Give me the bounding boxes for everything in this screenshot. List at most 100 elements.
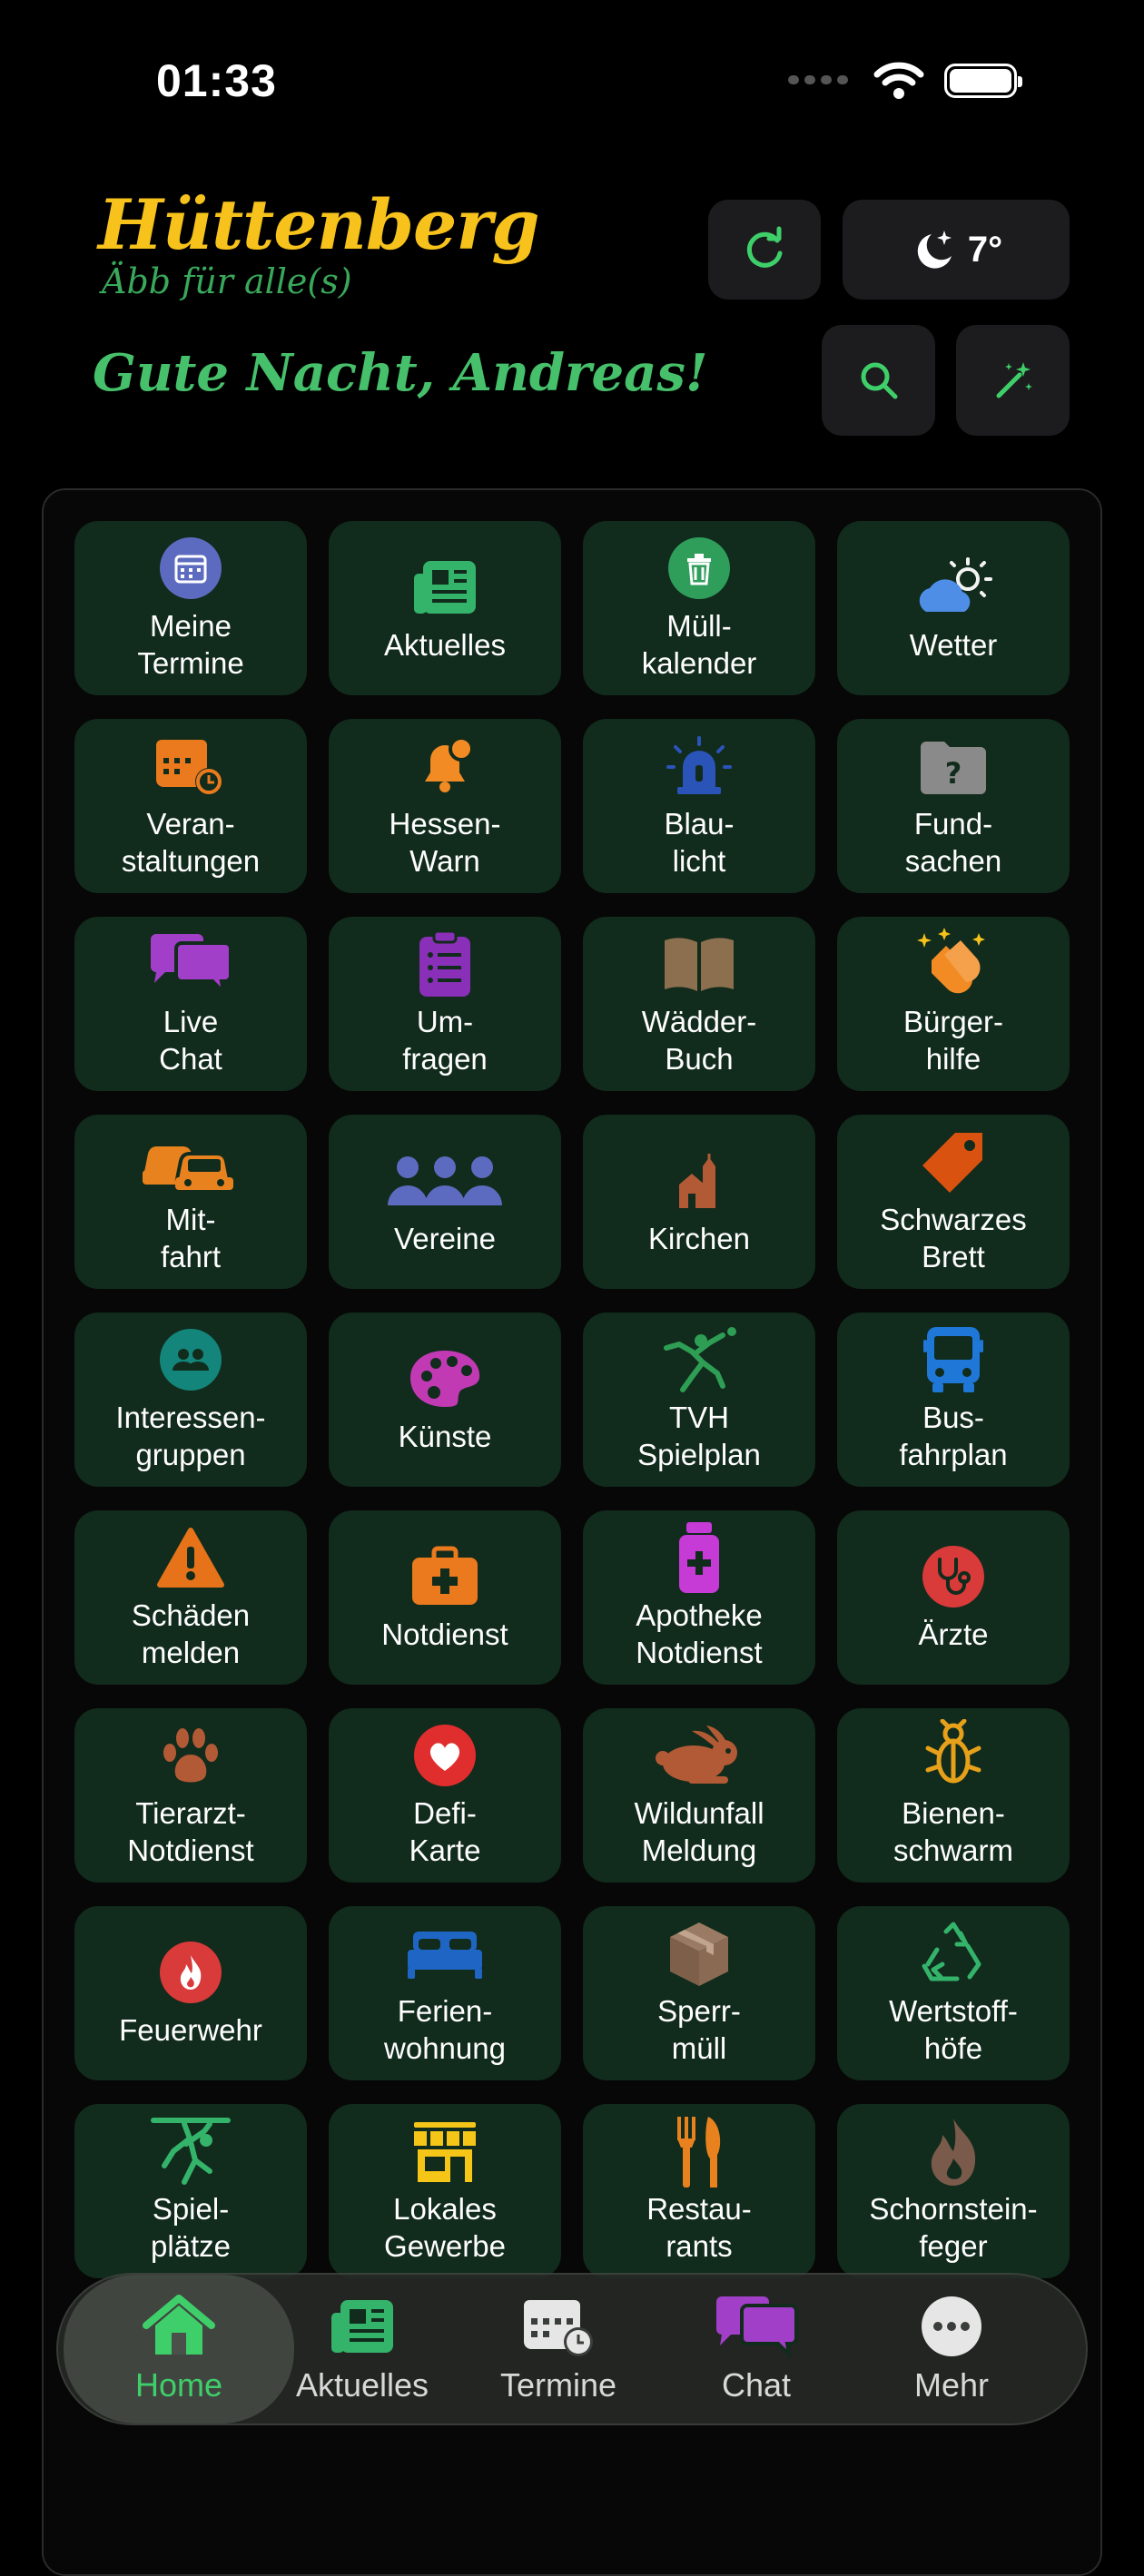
tile-4[interactable]: Wetter xyxy=(837,521,1070,695)
rabbit-icon xyxy=(652,1722,746,1789)
tab-chat[interactable]: Chat xyxy=(666,2275,847,2424)
tab-aktuelles[interactable]: Aktuelles xyxy=(271,2275,453,2424)
shop-icon xyxy=(410,2118,479,2185)
tile-18[interactable]: Künste xyxy=(329,1313,561,1487)
tile-16[interactable]: Schwarzes Brett xyxy=(837,1115,1070,1289)
search-icon xyxy=(861,362,897,399)
tile-20[interactable]: Bus- fahrplan xyxy=(837,1313,1070,1487)
tile-1[interactable]: Meine Termine xyxy=(74,521,307,695)
tile-32[interactable]: Wertstoff- höfe xyxy=(837,1906,1070,2080)
tile-label: Bienen- schwarm xyxy=(893,1796,1014,1867)
church-icon xyxy=(676,1147,723,1214)
cloud-sun-icon xyxy=(908,554,999,621)
tile-10[interactable]: Um- fragen xyxy=(329,917,561,1091)
tile-7[interactable]: Blau- licht xyxy=(583,719,815,893)
tile-26[interactable]: Defi- Karte xyxy=(329,1708,561,1883)
tile-28[interactable]: Bienen- schwarm xyxy=(837,1708,1070,1883)
tile-29[interactable]: Feuerwehr xyxy=(74,1906,307,2080)
tile-label: Apotheke Notdienst xyxy=(636,1598,763,1669)
tile-label: TVH Spielplan xyxy=(637,1401,761,1471)
tile-label: Live Chat xyxy=(159,1005,222,1076)
tile-36[interactable]: Schornstein- feger xyxy=(837,2104,1070,2278)
weather-button[interactable]: 7° xyxy=(843,200,1070,300)
tile-label: Ferien- wohnung xyxy=(384,1994,506,2065)
greeting: Gute Nacht, Andreas! xyxy=(93,343,708,403)
trash-icon xyxy=(667,535,731,602)
tile-label: Lokales Gewerbe xyxy=(384,2192,506,2263)
tile-14[interactable]: Vereine xyxy=(329,1115,561,1289)
tile-label: Wetter xyxy=(909,627,998,662)
tile-label: Müll- kalender xyxy=(641,609,757,680)
clipboard-icon xyxy=(416,929,474,998)
tile-21[interactable]: Schäden melden xyxy=(74,1510,307,1685)
bed-icon xyxy=(404,1920,486,1987)
tab-home[interactable]: Home xyxy=(64,2275,294,2424)
tile-label: Ärzte xyxy=(918,1617,989,1651)
medical-kit-icon xyxy=(409,1543,481,1610)
tile-label: Aktuelles xyxy=(384,627,506,662)
tile-13[interactable]: Mit- fahrt xyxy=(74,1115,307,1289)
people-group-icon xyxy=(386,1147,504,1214)
app-logo: Hüttenberg Äbb für alle(s) xyxy=(98,184,540,302)
tile-5[interactable]: Veran- staltungen xyxy=(74,719,307,893)
svg-text:?: ? xyxy=(945,756,962,791)
tile-label: Spiel- plätze xyxy=(150,2192,232,2263)
tile-label: Feuerwehr xyxy=(119,2012,262,2047)
tile-23[interactable]: Apotheke Notdienst xyxy=(583,1510,815,1685)
tile-label: Vereine xyxy=(394,1221,496,1255)
tile-label: Schwarzes Brett xyxy=(880,1203,1027,1273)
clapping-hands-icon xyxy=(917,928,990,998)
tile-2[interactable]: Aktuelles xyxy=(329,521,561,695)
tile-33[interactable]: Spiel- plätze xyxy=(74,2104,307,2278)
tile-12[interactable]: Bürger- hilfe xyxy=(837,917,1070,1091)
tile-3[interactable]: Müll- kalender xyxy=(583,521,815,695)
tile-22[interactable]: Notdienst xyxy=(329,1510,561,1685)
tile-label: Schäden melden xyxy=(131,1598,251,1669)
warning-triangle-icon xyxy=(156,1524,225,1591)
moon-stars-icon xyxy=(917,231,952,269)
magic-wand-icon xyxy=(996,362,1032,398)
tab-termine[interactable]: Termine xyxy=(468,2275,649,2424)
tile-30[interactable]: Ferien- wohnung xyxy=(329,1906,561,2080)
tile-label: Kirchen xyxy=(648,1221,750,1255)
tile-19[interactable]: TVH Spielplan xyxy=(583,1313,815,1487)
tile-31[interactable]: Sperr- müll xyxy=(583,1906,815,2080)
tile-27[interactable]: Wildunfall Meldung xyxy=(583,1708,815,1883)
tile-label: Veran- staltungen xyxy=(121,807,261,878)
weather-temperature: 7° xyxy=(967,229,1003,270)
tile-label: Um- fragen xyxy=(402,1005,488,1076)
tab-label: Chat xyxy=(721,2365,792,2404)
calendar-icon xyxy=(159,535,222,602)
paw-icon xyxy=(159,1722,222,1789)
tile-17[interactable]: Interessen- gruppen xyxy=(74,1313,307,1487)
tile-34[interactable]: Lokales Gewerbe xyxy=(329,2104,561,2278)
tile-25[interactable]: Tierarzt- Notdienst xyxy=(74,1708,307,1883)
tile-24[interactable]: Ärzte xyxy=(837,1510,1070,1685)
box-icon xyxy=(666,1920,732,1987)
event-calendar-icon xyxy=(153,732,229,800)
tab-label: Termine xyxy=(499,2365,617,2404)
tile-6[interactable]: Hessen- Warn xyxy=(329,719,561,893)
fork-knife-icon xyxy=(672,2117,726,2188)
tile-15[interactable]: Kirchen xyxy=(583,1115,815,1289)
refresh-button[interactable] xyxy=(708,200,821,300)
tile-8[interactable]: ? Fund- sachen xyxy=(837,719,1070,893)
newspaper-icon xyxy=(328,2295,397,2363)
palette-icon xyxy=(407,1345,483,1412)
tile-9[interactable]: Live Chat xyxy=(74,917,307,1091)
heart-icon xyxy=(413,1722,477,1789)
brand-title: Hüttenberg xyxy=(98,184,540,265)
search-button[interactable] xyxy=(822,325,935,436)
calendar-clock-icon xyxy=(520,2295,597,2363)
tile-35[interactable]: Restau- rants xyxy=(583,2104,815,2278)
tile-label: Restau- rants xyxy=(646,2192,752,2263)
tab-bar: Home Aktuelles Termine Chat Mehr xyxy=(56,2273,1088,2425)
stethoscope-icon xyxy=(922,1543,985,1610)
book-icon xyxy=(661,930,737,998)
tab-mehr[interactable]: Mehr xyxy=(861,2275,1042,2424)
tile-11[interactable]: Wädder- Buch xyxy=(583,917,815,1091)
tile-label: Bus- fahrplan xyxy=(899,1401,1008,1471)
services-grid: Meine Termine Aktuelles Müll- kalender Wett… xyxy=(42,488,1102,2576)
cars-icon xyxy=(141,1128,241,1195)
magic-button[interactable] xyxy=(956,325,1070,436)
